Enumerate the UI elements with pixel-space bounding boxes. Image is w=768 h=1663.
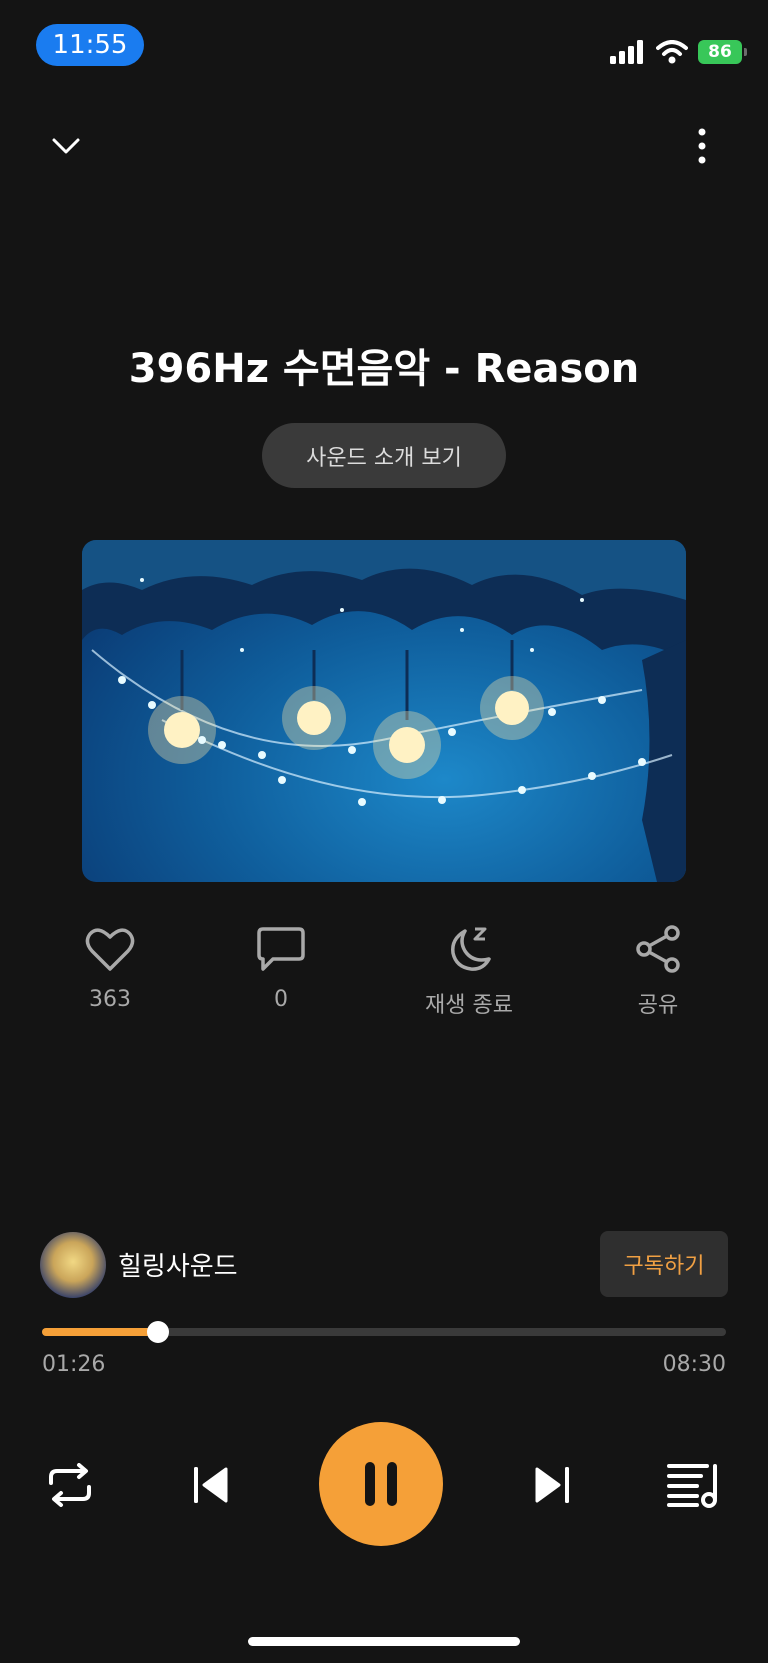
comment-button[interactable]: 0 bbox=[211, 925, 351, 1012]
subscribe-button[interactable]: 구독하기 bbox=[600, 1231, 728, 1297]
playlist-button[interactable] bbox=[664, 1457, 724, 1513]
share-label: 공유 bbox=[637, 993, 679, 1018]
comment-icon bbox=[257, 927, 305, 971]
channel-avatar[interactable] bbox=[40, 1232, 106, 1298]
progress-slider[interactable] bbox=[42, 1321, 726, 1343]
skip-next-icon bbox=[535, 1467, 569, 1503]
previous-button[interactable] bbox=[182, 1457, 238, 1513]
more-options-button[interactable] bbox=[680, 124, 724, 168]
sound-intro-button[interactable]: 사운드 소개 보기 bbox=[262, 423, 506, 488]
playlist-icon bbox=[667, 1464, 717, 1508]
battery-indicator: 86 bbox=[698, 40, 747, 64]
action-row: 363 0 재생 종료 공유 bbox=[0, 925, 768, 1035]
status-icons: 86 bbox=[610, 40, 747, 64]
sleep-timer-button[interactable]: 재생 종료 bbox=[399, 925, 539, 1019]
cellular-signal-icon bbox=[610, 40, 643, 64]
sleep-timer-icon bbox=[451, 927, 491, 971]
more-vertical-icon bbox=[698, 128, 706, 164]
skip-previous-icon bbox=[194, 1467, 228, 1503]
channel-name[interactable]: 힐링사운드 bbox=[118, 1246, 238, 1283]
progress-fill bbox=[42, 1328, 159, 1336]
like-count: 363 bbox=[89, 987, 131, 1012]
sleep-timer-label: 재생 종료 bbox=[425, 993, 513, 1018]
progress-knob[interactable] bbox=[147, 1321, 170, 1343]
pause-button[interactable] bbox=[319, 1422, 443, 1546]
like-button[interactable]: 363 bbox=[40, 925, 180, 1012]
chevron-down-icon bbox=[52, 138, 80, 154]
share-button[interactable]: 공유 bbox=[588, 925, 728, 1019]
heart-icon bbox=[85, 928, 135, 971]
share-icon bbox=[636, 925, 680, 973]
elapsed-time: 01:26 bbox=[42, 1352, 106, 1377]
comment-count: 0 bbox=[274, 987, 288, 1012]
total-time: 08:30 bbox=[662, 1352, 726, 1377]
next-button[interactable] bbox=[525, 1457, 581, 1513]
collapse-button[interactable] bbox=[44, 124, 88, 168]
repeat-icon bbox=[49, 1463, 91, 1507]
wifi-icon bbox=[656, 40, 688, 64]
battery-level: 86 bbox=[708, 42, 732, 62]
album-artwork bbox=[82, 540, 686, 882]
home-indicator bbox=[248, 1637, 520, 1646]
track-title: 396Hz 수면음악 - Reason bbox=[128, 346, 640, 392]
repeat-button[interactable] bbox=[42, 1457, 98, 1513]
artwork-illustration bbox=[82, 540, 686, 882]
pause-icon bbox=[365, 1462, 397, 1506]
status-time: 11:55 bbox=[36, 24, 144, 66]
